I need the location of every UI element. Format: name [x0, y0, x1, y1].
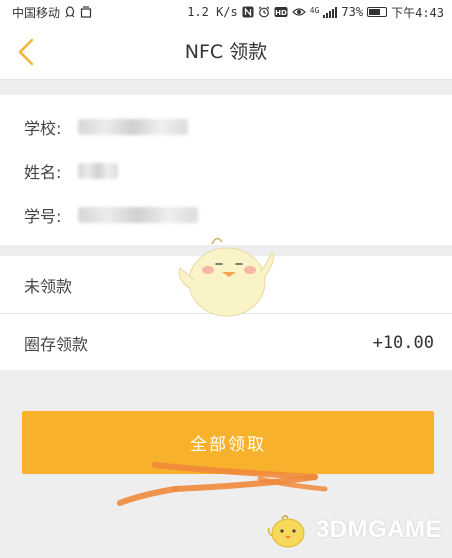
page-title: NFC 领款 — [184, 41, 268, 63]
signal-icon — [323, 6, 338, 18]
battery-icon — [367, 7, 388, 17]
carrier-name: 中国移动 — [12, 5, 61, 20]
school-label: 学校: — [24, 119, 62, 138]
name-label: 姓名: — [24, 163, 62, 182]
network-speed: 1.2 K/s — [187, 5, 238, 19]
status-right: 1.2 K/s HD 4G 73% 下午4:43 — [187, 4, 444, 21]
held-funds-label: 圈存领款 — [24, 334, 89, 354]
status-bar: 中国移动 1.2 K/s HD 4G 73% 下午4:43 — [0, 0, 452, 24]
battery-percent: 73% — [341, 5, 364, 19]
watermark: 3DMGAME — [266, 510, 442, 550]
name-row: 姓名: — [24, 159, 118, 183]
hd-icon: HD — [274, 7, 288, 17]
amount-card: 未领款 圈存领款 +10.00 — [0, 256, 452, 370]
nfc-icon — [242, 6, 254, 18]
student-id-row: 学号: — [24, 203, 198, 227]
qq-icon — [65, 6, 75, 18]
battery-level — [369, 9, 381, 15]
school-value-redacted — [78, 119, 188, 135]
student-id-value-redacted — [78, 207, 198, 223]
app-notification-icon — [80, 6, 92, 18]
collect-all-label: 全部领取 — [190, 435, 266, 455]
eye-icon — [291, 8, 306, 16]
collect-all-button[interactable]: 全部领取 — [22, 411, 434, 474]
name-value-redacted — [78, 163, 118, 179]
nav-bar: NFC 领款 — [0, 24, 452, 80]
unclaimed-label: 未领款 — [24, 276, 73, 296]
watermark-chick-icon — [267, 515, 305, 548]
student-id-label: 学号: — [24, 207, 62, 226]
svg-text:HD: HD — [275, 9, 287, 17]
held-funds-value: +10.00 — [372, 332, 434, 353]
student-info-card: 学校: 姓名: 学号: — [0, 95, 452, 245]
clock: 下午4:43 — [391, 5, 444, 20]
network-type: 4G — [309, 5, 320, 15]
alarm-icon — [258, 6, 270, 18]
unclaimed-row[interactable]: 未领款 — [0, 256, 452, 313]
held-funds-row[interactable]: 圈存领款 +10.00 — [0, 314, 452, 371]
watermark-text: 3DMGAME — [315, 516, 442, 543]
status-left: 中国移动 — [12, 4, 92, 21]
school-row: 学校: — [24, 115, 188, 139]
